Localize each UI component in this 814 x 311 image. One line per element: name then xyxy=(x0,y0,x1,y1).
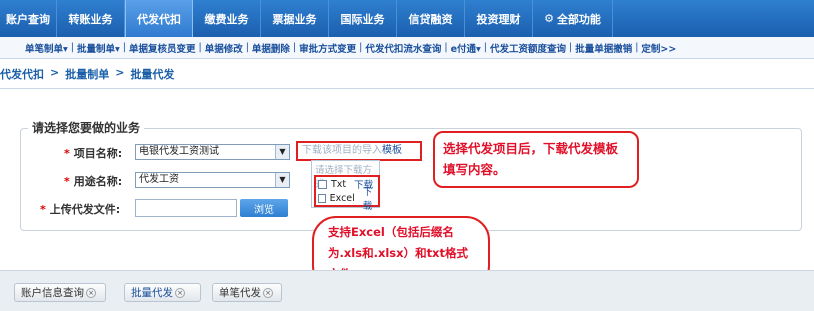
download-link-template[interactable]: 模板 xyxy=(382,145,402,156)
txt-label: Txt xyxy=(331,178,347,190)
tab-payroll-collection[interactable]: 代发代扣 xyxy=(125,0,193,37)
file-row: * 上传代发文件: xyxy=(40,201,120,217)
bottom-tab-label: 批量代发 xyxy=(131,287,173,299)
tab-transfer[interactable]: 转账业务 xyxy=(57,0,125,37)
dropdown-hint: 请选择下载方式: xyxy=(315,165,373,190)
bottom-tab-label: 单笔代发 xyxy=(219,287,261,299)
gear-icon: ⚙ xyxy=(544,12,554,25)
bottom-tab-batch-payroll[interactable]: 批量代发 × xyxy=(124,283,201,302)
bottom-tab-account-info[interactable]: 账户信息查询 × xyxy=(14,283,106,302)
bottom-tab-label: 账户信息查询 xyxy=(21,287,84,299)
subnav-reviewer-change[interactable]: 单据复核员变更 xyxy=(126,41,199,55)
file-label: 上传代发文件: xyxy=(49,203,121,216)
download-link-text: 下载该项目的导入 xyxy=(302,145,382,156)
subnav-batch-order[interactable]: 批量制单▾ xyxy=(74,41,123,55)
breadcrumb-level-2[interactable]: 批量制单 xyxy=(65,66,109,82)
close-icon[interactable]: × xyxy=(86,287,96,298)
top-navigation: 账户查询 转账业务 代发代扣 缴费业务 票据业务 国际业务 信贷融资 投资理财 … xyxy=(0,0,814,37)
breadcrumb-level-1[interactable]: 代发代扣 xyxy=(0,66,44,82)
subnav-approval-change[interactable]: 审批方式变更 xyxy=(296,41,359,55)
subnav-customize[interactable]: 定制>> xyxy=(638,41,679,55)
subnav-quota-query[interactable]: 代发工资额度查询 xyxy=(487,41,569,55)
tab-all-functions[interactable]: ⚙ 全部功能 xyxy=(533,0,613,37)
breadcrumb-separator: > xyxy=(50,66,60,79)
breadcrumb-separator: > xyxy=(115,66,125,79)
tab-investment[interactable]: 投资理财 xyxy=(465,0,533,37)
purpose-label: 用途名称: xyxy=(73,175,123,188)
bottom-tab-bar xyxy=(0,270,814,311)
required-mark: * xyxy=(64,146,70,160)
breadcrumb: 代发代扣 > 批量制单 > 批量代发 xyxy=(0,66,174,82)
excel-label: Excel xyxy=(329,192,355,204)
divider xyxy=(0,88,814,89)
subnav-flow-query[interactable]: 代发代扣流水查询 xyxy=(362,41,444,55)
file-path-input[interactable] xyxy=(135,199,237,217)
purpose-select-value: 代发工资 xyxy=(139,174,179,185)
tab-credit[interactable]: 信贷融资 xyxy=(397,0,465,37)
tab-payment[interactable]: 缴费业务 xyxy=(193,0,261,37)
fieldset-legend: 请选择您要做的业务 xyxy=(28,119,145,136)
required-mark: * xyxy=(64,174,70,188)
browse-button[interactable]: 浏览 xyxy=(240,199,288,217)
excel-option[interactable]: Excel 下载 xyxy=(316,187,378,212)
purpose-select[interactable]: 代发工资 ▼ xyxy=(135,172,290,188)
chevron-down-icon: ▼ xyxy=(275,173,289,187)
close-icon[interactable]: × xyxy=(263,287,273,298)
project-select[interactable]: 电银代发工资测试 ▼ xyxy=(135,144,290,160)
project-select-value: 电银代发工资测试 xyxy=(139,146,219,157)
tab-all-functions-label: 全部功能 xyxy=(556,12,601,26)
download-template-link[interactable]: 下载该项目的导入模板 xyxy=(296,141,422,161)
close-icon[interactable]: × xyxy=(175,287,185,298)
project-row: * 项目名称: xyxy=(64,145,122,161)
bottom-tab-single-payroll[interactable]: 单笔代发 × xyxy=(212,283,282,302)
tab-bills[interactable]: 票据业务 xyxy=(261,0,329,37)
subnav-batch-cancel[interactable]: 批量单据撤销 xyxy=(572,41,635,55)
breadcrumb-current: 批量代发 xyxy=(130,68,175,81)
tab-account-query[interactable]: 账户查询 xyxy=(0,0,57,37)
required-mark: * xyxy=(40,202,46,216)
sub-navigation: 单笔制单▾ | 批量制单▾ | 单据复核员变更 | 单据修改 | 单据删除 | 审批方式变… xyxy=(0,37,814,59)
download-options: Txt 下载 Excel 下载 xyxy=(314,175,380,212)
subnav-delete[interactable]: 单据删除 xyxy=(249,41,293,55)
excel-download-link[interactable]: 下载 xyxy=(363,184,378,212)
subnav-epay[interactable]: e付通▾ xyxy=(448,41,484,55)
project-label: 项目名称: xyxy=(73,147,123,160)
annotation-callout-template: 选择代发项目后，下载代发模板填写内容。 xyxy=(433,131,639,188)
purpose-row: * 用途名称: xyxy=(64,173,122,189)
excel-checkbox[interactable] xyxy=(318,193,326,203)
txt-checkbox[interactable] xyxy=(318,179,327,189)
chevron-down-icon: ▼ xyxy=(275,145,289,159)
tab-international[interactable]: 国际业务 xyxy=(329,0,397,37)
subnav-single-order[interactable]: 单笔制单▾ xyxy=(22,41,71,55)
subnav-modify[interactable]: 单据修改 xyxy=(202,41,246,55)
